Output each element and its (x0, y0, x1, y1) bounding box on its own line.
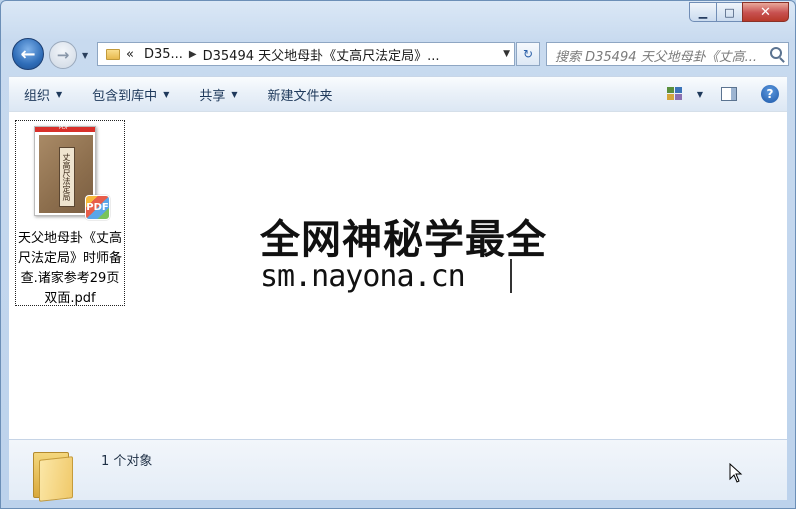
search-input[interactable]: 搜索 D35494 天父地母卦《丈高... (546, 42, 789, 66)
book-cover-title: 丈高尺法定局 (59, 147, 75, 207)
thumbnail-red-band: PDF (35, 125, 95, 132)
recent-pages-dropdown[interactable]: ▼ (82, 51, 88, 60)
share-label: 共享 (199, 88, 226, 104)
chevron-down-icon: ▼ (231, 89, 238, 99)
back-arrow-icon: ← (20, 43, 36, 65)
folder-icon (106, 48, 120, 60)
pdf-app-icon: PDF (85, 195, 110, 220)
maximize-button[interactable]: □ (716, 2, 742, 22)
organize-label: 组织 (24, 88, 51, 104)
minimize-icon: ▁ (698, 5, 708, 19)
text-caret (510, 259, 512, 293)
command-bar: 组织 ▼ 包含到库中 ▼ 共享 ▼ 新建文件夹 ▼ ? (9, 76, 787, 111)
navigation-bar: ← → ▼ « D35... ▶ D35494 天父地母卦《丈高尺法定局》...… (9, 37, 789, 71)
forward-arrow-icon: → (56, 46, 70, 64)
chevron-down-icon: ▼ (163, 89, 170, 99)
chevron-down-icon: ▼ (56, 89, 63, 99)
maximize-icon: □ (724, 5, 735, 19)
breadcrumb-item-2[interactable]: D35494 天父地母卦《丈高尺法定局》... (203, 45, 440, 64)
close-icon: ✕ (760, 4, 771, 20)
explorer-window: ▁ □ ✕ ← → ▼ « D35... ▶ D35494 天父地母卦《丈高尺法… (0, 0, 796, 509)
address-bar[interactable]: « D35... ▶ D35494 天父地母卦《丈高尺法定局》... ▼ (97, 42, 515, 66)
include-in-library-label: 包含到库中 (92, 88, 158, 104)
preview-pane-icon[interactable] (721, 87, 737, 101)
include-in-library-button[interactable]: 包含到库中 ▼ (77, 77, 184, 111)
help-button[interactable]: ? (761, 85, 779, 103)
command-bar-right: ▼ ? (666, 77, 787, 111)
search-icon[interactable] (770, 47, 782, 59)
new-folder-label: 新建文件夹 (267, 88, 333, 104)
file-list-area[interactable]: PDF 丈高尺法定局 PDF 天父地母卦《丈高尺法定局》时师备查.诸家参考29页… (9, 111, 787, 439)
watermark-url-text: sm.nayona.cn (260, 259, 466, 294)
minimize-button[interactable]: ▁ (689, 2, 716, 22)
forward-button[interactable]: → (49, 41, 77, 69)
search-placeholder: 搜索 D35494 天父地母卦《丈高... (555, 50, 758, 65)
details-pane: 1 个对象 (9, 439, 787, 502)
help-icon: ? (766, 87, 774, 101)
file-item-pdf[interactable]: PDF 丈高尺法定局 PDF 天父地母卦《丈高尺法定局》时师备查.诸家参考29页… (15, 120, 125, 306)
refresh-button[interactable]: ↻ (516, 42, 540, 66)
watermark-overlay: 全网神秘学最全 sm.nayona.cn (250, 197, 550, 302)
item-count: 1 个对象 (101, 454, 153, 469)
new-folder-button[interactable]: 新建文件夹 (253, 77, 348, 111)
thumbnail-band-text: PDF (59, 125, 69, 131)
back-button[interactable]: ← (12, 38, 44, 70)
organize-button[interactable]: 组织 ▼ (9, 77, 77, 111)
breadcrumb-separator-icon[interactable]: ▶ (189, 49, 197, 60)
caption-buttons: ▁ □ ✕ (689, 2, 789, 22)
view-options-chevron-icon[interactable]: ▼ (697, 90, 703, 99)
watermark-chinese-text: 全网神秘学最全 (260, 217, 547, 263)
address-overflow-chevron[interactable]: « (126, 47, 134, 62)
share-button[interactable]: 共享 ▼ (184, 77, 252, 111)
mouse-pointer-icon (729, 463, 743, 483)
close-button[interactable]: ✕ (742, 2, 789, 22)
refresh-icon: ↻ (522, 47, 534, 61)
breadcrumb-item-1[interactable]: D35... (144, 47, 183, 62)
file-name-label[interactable]: 天父地母卦《丈高尺法定局》时师备查.诸家参考29页双面.pdf (16, 229, 124, 309)
change-view-icon[interactable] (666, 87, 683, 101)
address-dropdown-icon[interactable]: ▼ (503, 49, 510, 59)
large-folder-icon (33, 448, 75, 502)
